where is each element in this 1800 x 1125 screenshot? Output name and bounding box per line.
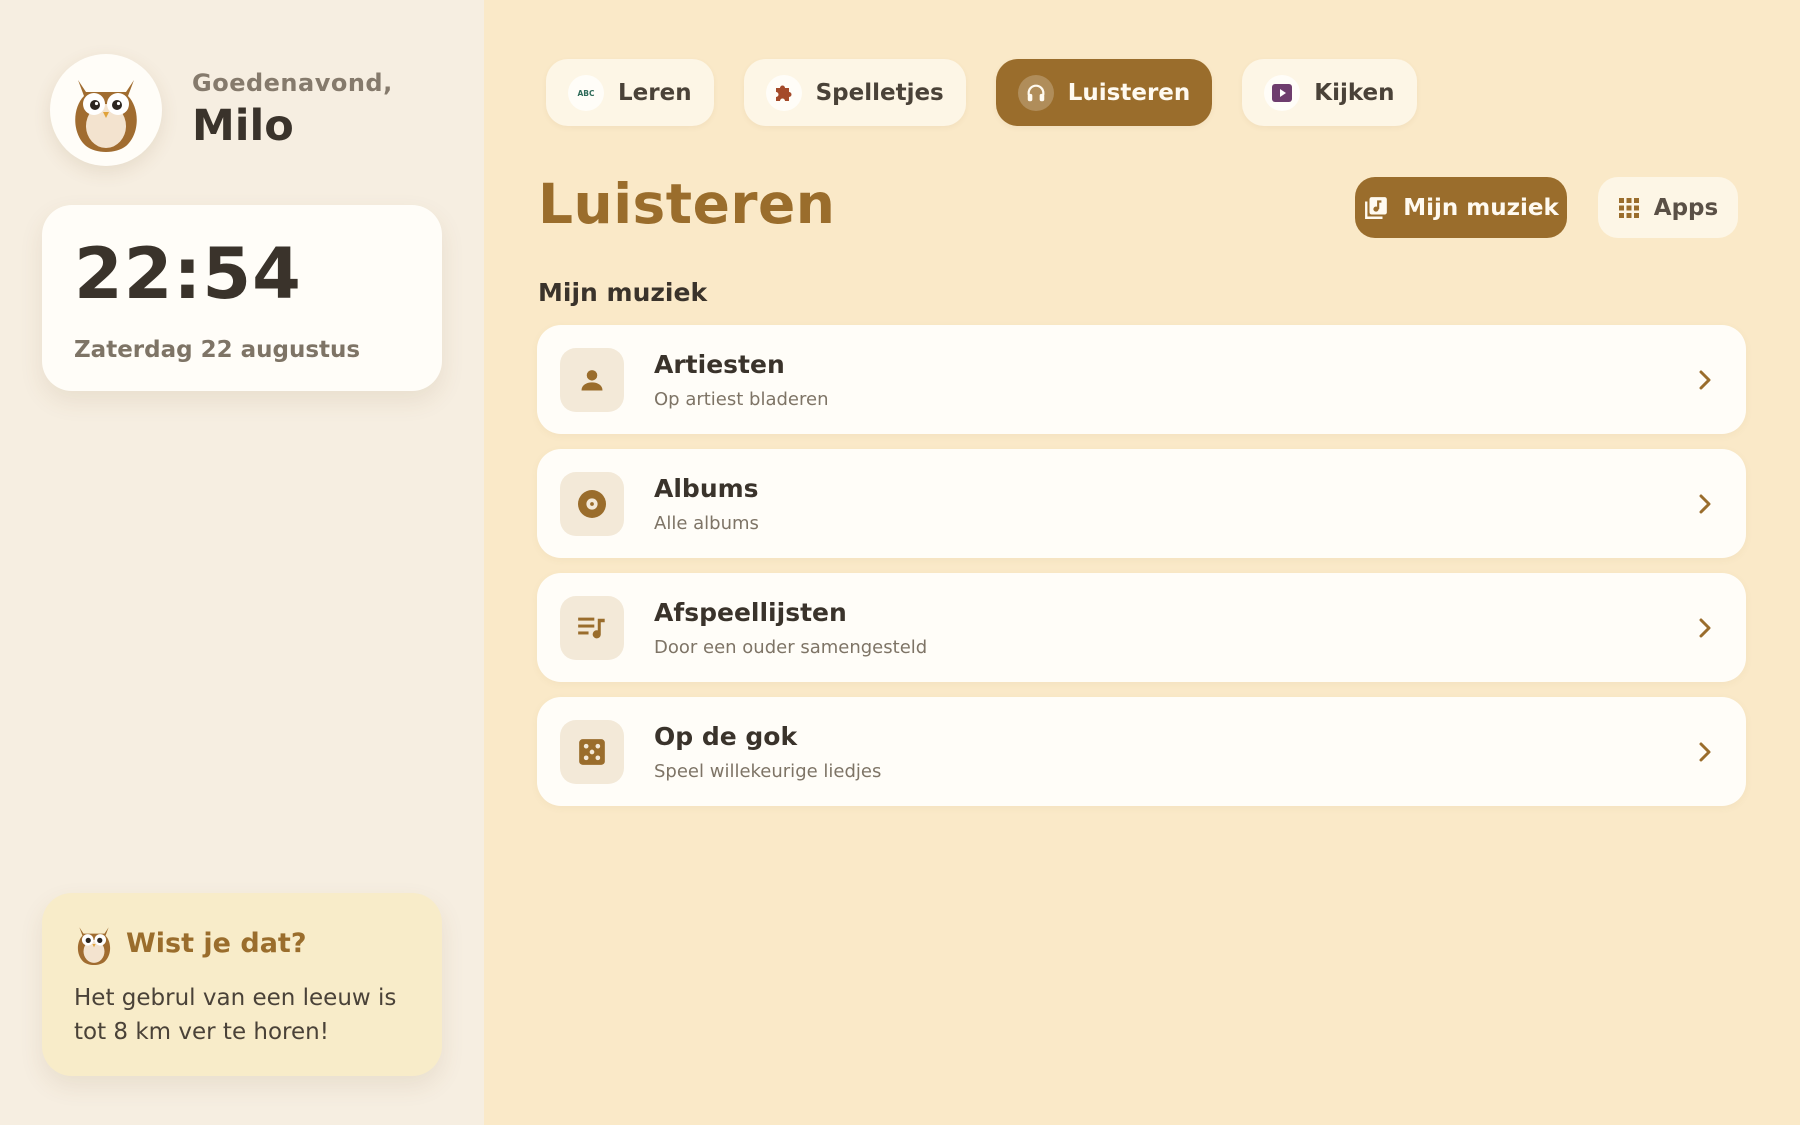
fact-title: Wist je dat? [126, 927, 307, 959]
svg-text:ABC: ABC [577, 89, 595, 98]
tab-leren[interactable]: ABC Leren [546, 59, 714, 126]
fact-card: Wist je dat? Het gebrul van een leeuw is… [42, 893, 442, 1076]
page-title: Luisteren [538, 172, 836, 236]
list-item-subtitle: Speel willekeurige liedjes [654, 760, 882, 782]
tab-spelletjes[interactable]: Spelletjes [743, 59, 966, 126]
headphones-icon [1017, 74, 1054, 111]
list-item-albums[interactable]: Albums Alle albums [537, 449, 1746, 558]
profile: Goedenavond, Milo [50, 54, 393, 166]
abc-icon: ABC [568, 74, 604, 111]
tab-label: Kijken [1314, 79, 1395, 106]
sidebar: Goedenavond, Milo 22:54 Zaterdag 22 augu… [0, 0, 484, 1125]
list-item-title: Artiesten [654, 349, 785, 379]
greeting-label: Goedenavond, [192, 69, 393, 97]
tab-kijken[interactable]: Kijken [1242, 59, 1417, 126]
dice-icon [560, 719, 624, 784]
music-library-icon [1363, 195, 1389, 221]
list-item-op-de-gok[interactable]: Op de gok Speel willekeurige liedjes [537, 697, 1746, 806]
top-tabs: ABC Leren Spelletjes Luisteren Kijken [546, 59, 1417, 126]
music-list: Artiesten Op artiest bladeren Albums All… [537, 325, 1746, 821]
list-item-subtitle: Op artiest bladeren [654, 388, 829, 410]
list-item-title: Op de gok [654, 721, 798, 751]
tab-luisteren[interactable]: Luisteren [995, 59, 1213, 126]
disc-icon [560, 471, 624, 536]
list-item-title: Afspeellijsten [654, 597, 847, 627]
clock-card: 22:54 Zaterdag 22 augustus [42, 205, 442, 391]
list-item-artiesten[interactable]: Artiesten Op artiest bladeren [537, 325, 1746, 434]
list-item-subtitle: Door een ouder samengesteld [654, 636, 928, 658]
list-item-subtitle: Alle albums [654, 512, 759, 534]
clock-time: 22:54 [74, 233, 302, 315]
chevron-right-icon [1698, 369, 1712, 391]
user-name: Milo [192, 101, 294, 151]
chevron-right-icon [1698, 741, 1712, 763]
puzzle-icon [765, 74, 802, 111]
section-title: Mijn muziek [538, 278, 708, 307]
avatar[interactable] [50, 54, 162, 166]
playlist-icon [560, 595, 624, 660]
my-music-label: Mijn muziek [1403, 194, 1559, 221]
tab-label: Spelletjes [815, 79, 944, 106]
tab-label: Leren [618, 79, 692, 106]
chevron-right-icon [1698, 493, 1712, 515]
fact-text: Het gebrul van een leeuw is tot 8 km ver… [74, 985, 397, 1045]
list-item-title: Albums [654, 473, 759, 503]
list-item-afspeellijsten[interactable]: Afspeellijsten Door een ouder samengeste… [537, 573, 1746, 682]
person-icon [560, 347, 624, 412]
apps-grid-icon [1618, 197, 1640, 219]
play-video-icon [1264, 74, 1301, 111]
apps-label: Apps [1653, 194, 1719, 221]
my-music-button[interactable]: Mijn muziek [1355, 177, 1567, 238]
tab-label: Luisteren [1067, 79, 1191, 106]
owl-icon [77, 927, 111, 965]
chevron-right-icon [1698, 617, 1712, 639]
clock-date: Zaterdag 22 augustus [74, 337, 361, 363]
owl-icon [75, 80, 137, 152]
apps-button[interactable]: Apps [1598, 177, 1738, 238]
